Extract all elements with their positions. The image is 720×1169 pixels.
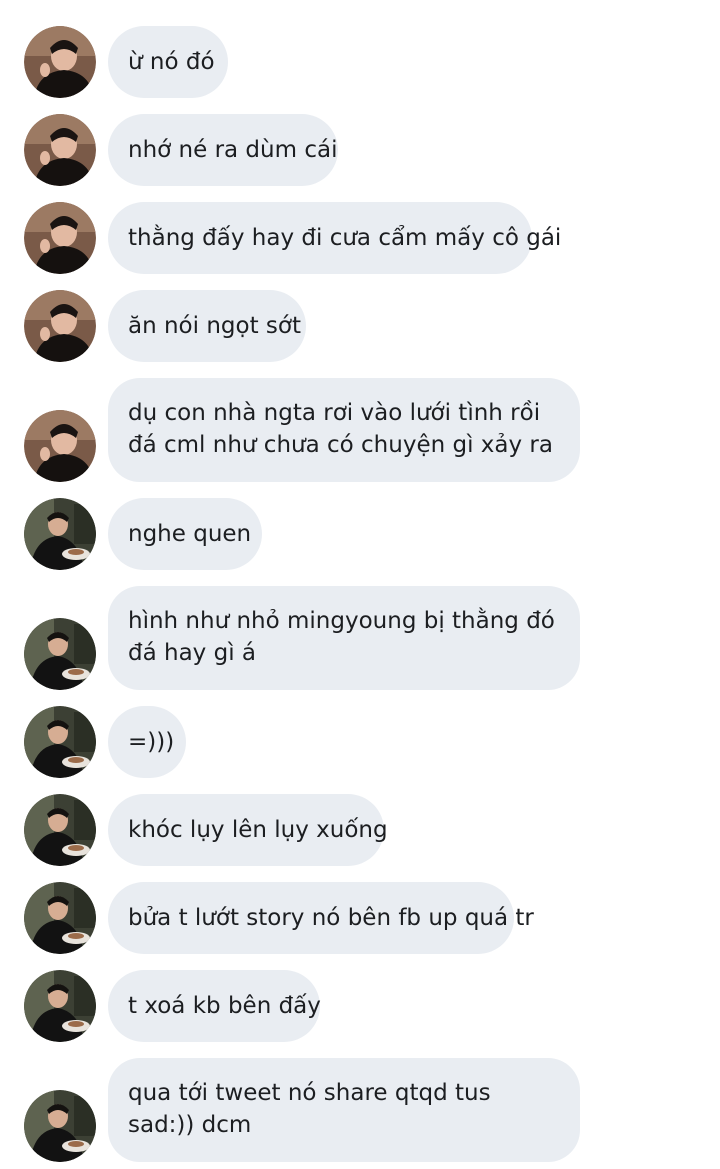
message-bubble[interactable]: khóc lụy lên lụy xuống [108,794,388,866]
message-text: bửa t lướt story nó bên fb up quá tr [128,905,534,931]
avatar-icon[interactable] [24,706,96,778]
message-row: ăn nói ngọt sớt [0,290,720,362]
message-row: nhớ né ra dùm cái [0,114,720,186]
message-text: nhớ né ra dùm cái [128,137,338,163]
message-row: =))) [0,706,720,778]
message-text: hình như nhỏ mingyoung bị thằng đó đá ha… [128,608,555,666]
avatar-icon[interactable] [24,882,96,954]
avatar-icon[interactable] [24,794,96,866]
message-bubble[interactable]: dụ con nhà ngta rơi vào lưới tình rồi đá… [108,378,580,482]
avatar-icon[interactable] [24,498,96,570]
message-text: ăn nói ngọt sớt [128,313,301,339]
message-text: =))) [128,729,175,755]
message-text: ừ nó đó [128,49,215,75]
avatar-icon[interactable] [24,290,96,362]
message-row: dụ con nhà ngta rơi vào lưới tình rồi đá… [0,378,720,482]
message-bubble[interactable]: ừ nó đó [108,26,228,98]
avatar-icon[interactable] [24,26,96,98]
avatar-icon[interactable] [24,1090,96,1162]
message-bubble[interactable]: hình như nhỏ mingyoung bị thằng đó đá ha… [108,586,580,690]
message-row: khóc lụy lên lụy xuống [0,794,720,866]
message-text: nghe quen [128,521,252,547]
avatar-icon[interactable] [24,970,96,1042]
message-text: qua tới tweet nó share qtqd tus sad:)) d… [128,1080,491,1138]
message-bubble[interactable]: bửa t lướt story nó bên fb up quá tr [108,882,534,954]
message-bubble[interactable]: nghe quen [108,498,262,570]
message-row: thằng đấy hay đi cưa cẩm mấy cô gái [0,202,720,274]
message-bubble[interactable]: nhớ né ra dùm cái [108,114,338,186]
message-row: ừ nó đó [0,26,720,98]
message-row: hình như nhỏ mingyoung bị thằng đó đá ha… [0,586,720,690]
chat-thread: ừ nó đó nhớ né ra dùm cái thằng đấy hay … [0,0,720,1169]
message-bubble[interactable]: thằng đấy hay đi cưa cẩm mấy cô gái [108,202,561,274]
message-row: t xoá kb bên đấy [0,970,720,1042]
avatar-icon[interactable] [24,410,96,482]
message-text: t xoá kb bên đấy [128,993,321,1019]
message-text: thằng đấy hay đi cưa cẩm mấy cô gái [128,225,562,251]
message-row: nghe quen [0,498,720,570]
avatar-icon[interactable] [24,202,96,274]
message-row: qua tới tweet nó share qtqd tus sad:)) d… [0,1058,720,1162]
message-bubble[interactable]: t xoá kb bên đấy [108,970,321,1042]
message-row: bửa t lướt story nó bên fb up quá tr [0,882,720,954]
message-bubble[interactable]: qua tới tweet nó share qtqd tus sad:)) d… [108,1058,580,1162]
message-bubble[interactable]: =))) [108,706,186,778]
message-bubble[interactable]: ăn nói ngọt sớt [108,290,306,362]
avatar-icon[interactable] [24,618,96,690]
message-text: dụ con nhà ngta rơi vào lưới tình rồi đá… [128,400,553,458]
avatar-icon[interactable] [24,114,96,186]
message-text: khóc lụy lên lụy xuống [128,817,388,843]
